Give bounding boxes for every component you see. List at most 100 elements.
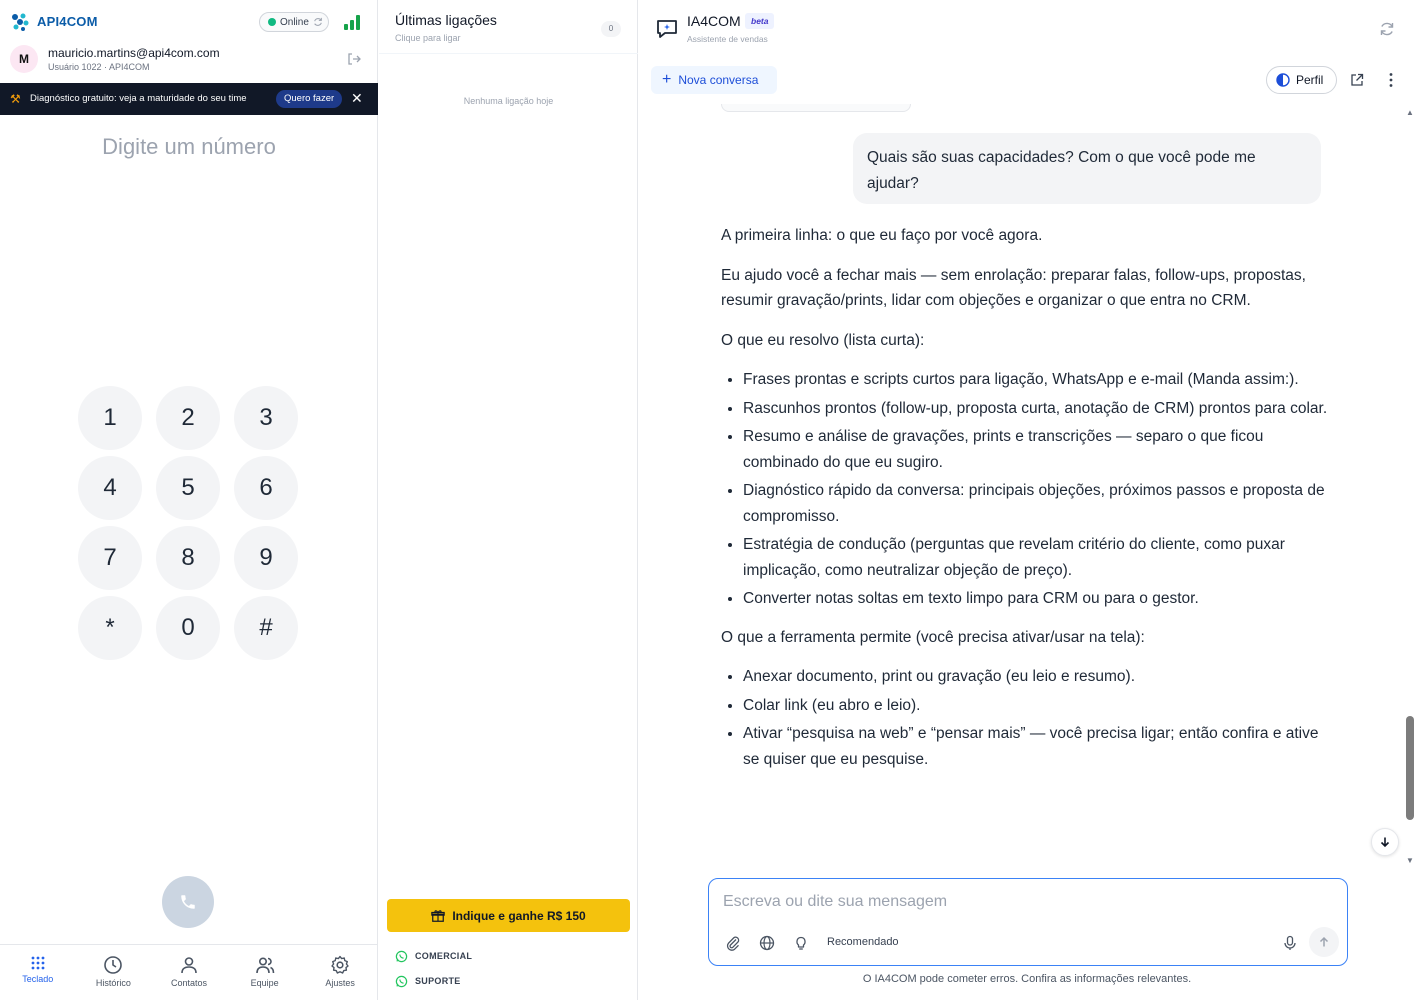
referral-button[interactable]: Indique e ganhe R$ 150 [387, 899, 630, 932]
key-8[interactable]: 8 [156, 526, 220, 590]
call-button[interactable] [162, 876, 214, 928]
scrollbar-thumb[interactable] [1406, 716, 1414, 820]
whatsapp-suporte-link[interactable]: SUPORTE [395, 974, 461, 988]
external-link-icon[interactable] [1350, 73, 1364, 87]
keypad-icon [31, 956, 45, 970]
lightbulb-icon[interactable] [793, 935, 809, 951]
signal-strength-icon [344, 15, 360, 30]
paperclip-icon[interactable] [725, 935, 741, 951]
new-conversation-button[interactable]: + Nova conversa [651, 66, 777, 94]
send-button[interactable] [1309, 927, 1339, 957]
plus-icon: + [662, 71, 672, 88]
divider [379, 53, 638, 54]
microphone-icon[interactable] [1282, 935, 1298, 951]
profile-label: Perfil [1296, 73, 1324, 87]
scroll-to-bottom-button[interactable] [1371, 828, 1399, 856]
hammer-icon: ⚒ [10, 92, 21, 106]
capabilities-list: Frases prontas e scripts curtos para lig… [743, 367, 1331, 612]
message-input[interactable] [723, 893, 1323, 911]
previous-message-fragment [721, 104, 911, 112]
phone-icon [181, 895, 195, 909]
globe-icon[interactable] [759, 935, 775, 951]
sync-icon [314, 17, 322, 26]
refresh-icon[interactable] [1379, 21, 1395, 37]
assistant-title: IA4COM [687, 13, 741, 29]
team-icon [255, 957, 274, 974]
model-mode-selector[interactable]: Recomendado [827, 936, 899, 948]
nav-teclado[interactable]: Teclado [0, 945, 76, 1000]
answer-paragraph: Eu ajudo você a fechar mais — sem enrola… [721, 266, 1306, 310]
recent-calls-subtitle: Clique para ligar [395, 33, 461, 43]
nav-contatos[interactable]: Contatos [151, 945, 227, 1000]
key-7[interactable]: 7 [78, 526, 142, 590]
list-item: Diagnóstico rápido da conversa: principa… [743, 478, 1331, 529]
whatsapp-suporte-label: SUPORTE [415, 976, 461, 986]
avatar: M [10, 45, 38, 73]
bottom-nav: Teclado Histórico Contatos Equipe Ajuste… [0, 944, 378, 1000]
nav-label: Equipe [250, 978, 279, 988]
online-dot-icon [268, 18, 276, 26]
list-item: Anexar documento, print ou gravação (eu … [743, 664, 1331, 690]
nav-ajustes[interactable]: Ajustes [302, 945, 378, 1000]
dialer-panel: API4COM Online M mauricio.martins@api4co… [0, 0, 378, 1000]
list-item: Rascunhos prontos (follow-up, proposta c… [743, 396, 1331, 422]
status-toggle[interactable]: Online [259, 12, 329, 32]
recent-calls-panel: Últimas ligações Clique para ligar 0 Nen… [379, 0, 638, 1000]
half-circle-icon [1276, 73, 1290, 87]
answer-paragraph: O que eu resolvo (lista curta): [721, 331, 925, 349]
banner-close-icon[interactable]: ✕ [351, 90, 363, 107]
calls-count-badge: 0 [601, 21, 621, 37]
referral-label: Indique e ganhe R$ 150 [452, 908, 586, 923]
message-composer: Recomendado [708, 878, 1348, 966]
whatsapp-icon [395, 950, 408, 962]
nav-label: Teclado [22, 974, 54, 984]
key-3[interactable]: 3 [234, 386, 298, 450]
scroll-down-arrow-icon[interactable]: ▼ [1406, 856, 1414, 865]
key-4[interactable]: 4 [78, 456, 142, 520]
gear-icon [331, 955, 349, 974]
assistant-panel: IA4COM beta Assistente de vendas + Nova … [639, 0, 1415, 1000]
list-item: Converter notas soltas em texto limpo pa… [743, 586, 1331, 612]
list-item: Colar link (eu abro e leio). [743, 693, 1331, 719]
key-hash[interactable]: # [234, 596, 298, 660]
nav-historico[interactable]: Histórico [76, 945, 152, 1000]
logout-icon[interactable] [346, 51, 362, 67]
recent-calls-title: Últimas ligações [395, 12, 497, 28]
status-label: Online [280, 16, 309, 28]
user-row: M mauricio.martins@api4com.com Usuário 1… [0, 42, 378, 84]
chat-scrollbar[interactable]: ▲ ▼ [1405, 108, 1415, 866]
dial-number-display[interactable]: Digite um número [0, 134, 378, 160]
keypad: 1 2 3 4 5 6 7 8 9 * 0 # [78, 386, 300, 660]
empty-state-text: Nenhuma ligação hoje [463, 96, 554, 106]
list-item: Ativar “pesquisa na web” e “pensar mais”… [743, 721, 1331, 772]
banner-cta-button[interactable]: Quero fazer [276, 90, 343, 108]
more-options-icon[interactable] [1389, 72, 1393, 88]
ai-disclaimer: O IA4COM pode cometer erros. Confira as … [862, 973, 1192, 985]
key-star[interactable]: * [78, 596, 142, 660]
key-1[interactable]: 1 [78, 386, 142, 450]
tool-features-list: Anexar documento, print ou gravação (eu … [743, 664, 1331, 772]
key-5[interactable]: 5 [156, 456, 220, 520]
scroll-up-arrow-icon[interactable]: ▲ [1406, 108, 1414, 117]
nav-label: Ajustes [325, 978, 355, 988]
person-icon [181, 957, 197, 974]
app-window: API4COM Online M mauricio.martins@api4co… [0, 0, 1415, 1000]
arrow-up-icon [1319, 936, 1329, 947]
key-0[interactable]: 0 [156, 596, 220, 660]
answer-paragraph: O que a ferramenta permite (você precisa… [721, 628, 1145, 646]
user-email: mauricio.martins@api4com.com [48, 46, 220, 60]
key-2[interactable]: 2 [156, 386, 220, 450]
chat-scroll-area[interactable]: Quais são suas capacidades? Com o que vo… [639, 104, 1405, 866]
list-item: Frases prontas e scripts curtos para lig… [743, 367, 1331, 393]
whatsapp-comercial-label: COMERCIAL [415, 951, 473, 961]
whatsapp-comercial-link[interactable]: COMERCIAL [395, 949, 472, 963]
key-9[interactable]: 9 [234, 526, 298, 590]
clock-icon [104, 956, 123, 974]
key-6[interactable]: 6 [234, 456, 298, 520]
user-subtitle: Usuário 1022 · API4COM [48, 62, 150, 72]
user-message-bubble: Quais são suas capacidades? Com o que vo… [853, 133, 1321, 204]
profile-button[interactable]: Perfil [1266, 66, 1337, 94]
chat-bubble-icon [657, 20, 677, 38]
nav-equipe[interactable]: Equipe [227, 945, 303, 1000]
nav-label: Contatos [170, 978, 207, 988]
